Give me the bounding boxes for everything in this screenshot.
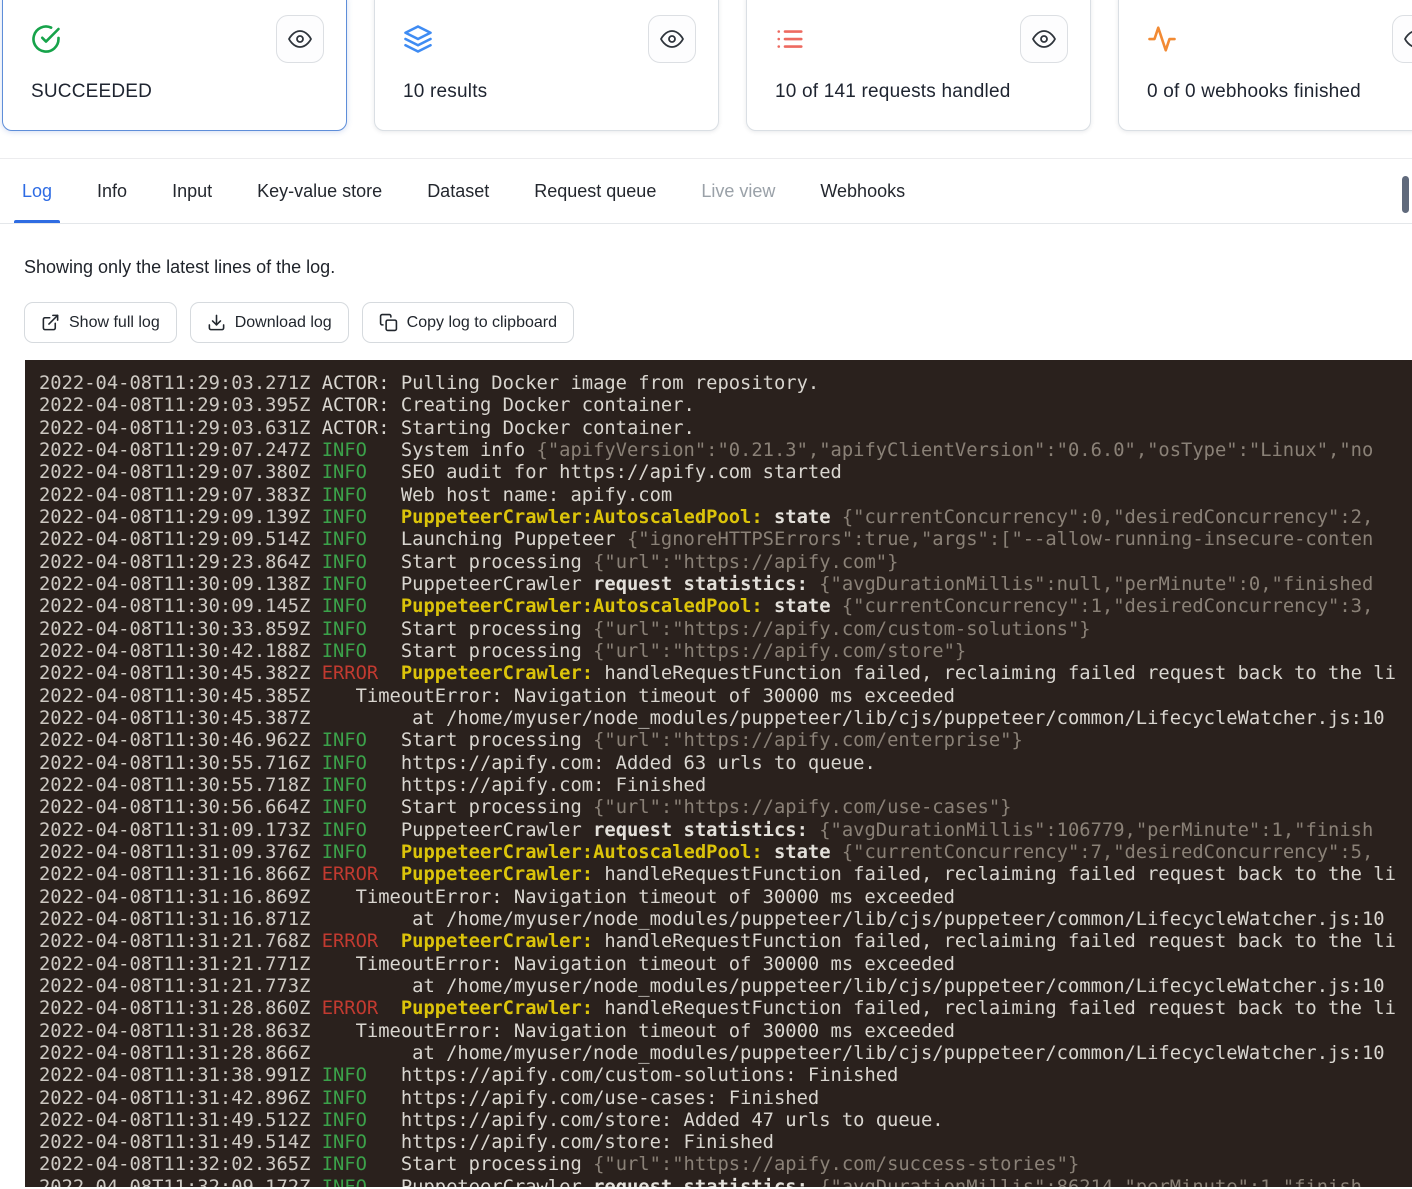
log-line: 2022-04-08T11:31:42.896Z INFO https://ap…: [39, 1088, 1412, 1110]
log-output[interactable]: 2022-04-08T11:29:03.271Z ACTOR: Pulling …: [25, 360, 1412, 1187]
log-line: 2022-04-08T11:29:03.271Z ACTOR: Pulling …: [39, 373, 1412, 395]
webhooks-label: 0 of 0 webhooks finished: [1147, 81, 1361, 103]
tab-webhooks[interactable]: Webhooks: [820, 159, 905, 223]
log-line: 2022-04-08T11:31:49.512Z INFO https://ap…: [39, 1110, 1412, 1132]
log-line: 2022-04-08T11:31:09.173Z INFO PuppeteerC…: [39, 820, 1412, 842]
external-link-icon: [41, 313, 60, 332]
log-line: 2022-04-08T11:31:38.991Z INFO https://ap…: [39, 1065, 1412, 1087]
log-line: 2022-04-08T11:30:56.664Z INFO Start proc…: [39, 797, 1412, 819]
scrollbar-thumb[interactable]: [1402, 176, 1409, 213]
log-line: 2022-04-08T11:30:09.138Z INFO PuppeteerC…: [39, 574, 1412, 596]
log-line: 2022-04-08T11:31:21.768Z ERROR Puppeteer…: [39, 931, 1412, 953]
copy-log-button[interactable]: Copy log to clipboard: [362, 302, 574, 343]
log-line: 2022-04-08T11:30:55.718Z INFO https://ap…: [39, 775, 1412, 797]
copy-log-label: Copy log to clipboard: [407, 314, 557, 332]
log-line: 2022-04-08T11:31:16.869Z TimeoutError: N…: [39, 887, 1412, 909]
log-line: 2022-04-08T11:30:33.859Z INFO Start proc…: [39, 619, 1412, 641]
results-label: 10 results: [403, 81, 487, 103]
log-line: 2022-04-08T11:29:23.864Z INFO Start proc…: [39, 552, 1412, 574]
log-line: 2022-04-08T11:29:09.514Z INFO Launching …: [39, 529, 1412, 551]
view-results-button[interactable]: [648, 15, 696, 63]
log-line: 2022-04-08T11:30:45.382Z ERROR Puppeteer…: [39, 663, 1412, 685]
log-line: 2022-04-08T11:31:28.866Z at /home/myuser…: [39, 1043, 1412, 1065]
view-status-button[interactable]: [276, 15, 324, 63]
requests-label: 10 of 141 requests handled: [775, 81, 1011, 103]
log-line: 2022-04-08T11:30:09.145Z INFO PuppeteerC…: [39, 596, 1412, 618]
log-line: 2022-04-08T11:31:21.773Z at /home/myuser…: [39, 976, 1412, 998]
log-line: 2022-04-08T11:32:09.172Z INFO PuppeteerC…: [39, 1177, 1412, 1187]
log-line: 2022-04-08T11:29:07.383Z INFO Web host n…: [39, 485, 1412, 507]
show-full-log-label: Show full log: [69, 314, 160, 332]
eye-icon: [1032, 27, 1056, 51]
view-webhooks-button[interactable]: [1392, 15, 1412, 63]
card-requests[interactable]: 10 of 141 requests handled: [746, 0, 1091, 131]
tab-live-view: Live view: [701, 159, 775, 223]
tab-dataset[interactable]: Dataset: [427, 159, 489, 223]
card-webhooks[interactable]: 0 of 0 webhooks finished: [1118, 0, 1412, 131]
activity-icon: [1147, 24, 1177, 54]
eye-icon: [1404, 27, 1412, 51]
log-line: 2022-04-08T11:29:03.395Z ACTOR: Creating…: [39, 395, 1412, 417]
download-log-button[interactable]: Download log: [190, 302, 349, 343]
log-line: 2022-04-08T11:31:49.514Z INFO https://ap…: [39, 1132, 1412, 1154]
log-line: 2022-04-08T11:30:45.385Z TimeoutError: N…: [39, 686, 1412, 708]
log-line: 2022-04-08T11:31:21.771Z TimeoutError: N…: [39, 954, 1412, 976]
log-line: 2022-04-08T11:29:03.631Z ACTOR: Starting…: [39, 418, 1412, 440]
log-line: 2022-04-08T11:29:07.247Z INFO System inf…: [39, 440, 1412, 462]
card-results[interactable]: 10 results: [374, 0, 719, 131]
log-line: 2022-04-08T11:31:16.871Z at /home/myuser…: [39, 909, 1412, 931]
tab-bar: Log Info Input Key-value store Dataset Reques…: [0, 158, 1412, 224]
copy-icon: [379, 313, 398, 332]
eye-icon: [660, 27, 684, 51]
show-full-log-button[interactable]: Show full log: [24, 302, 177, 343]
tab-input[interactable]: Input: [172, 159, 212, 223]
log-line: 2022-04-08T11:30:55.716Z INFO https://ap…: [39, 753, 1412, 775]
log-line: 2022-04-08T11:29:09.139Z INFO PuppeteerC…: [39, 507, 1412, 529]
log-line: 2022-04-08T11:29:07.380Z INFO SEO audit …: [39, 462, 1412, 484]
download-log-label: Download log: [235, 314, 332, 332]
view-requests-button[interactable]: [1020, 15, 1068, 63]
list-icon: [775, 24, 805, 54]
tab-log[interactable]: Log: [22, 159, 52, 223]
check-circle-icon: [31, 24, 61, 54]
eye-icon: [288, 27, 312, 51]
status-cards: SUCCEEDED 10 results: [0, 0, 1412, 131]
download-icon: [207, 313, 226, 332]
log-line: 2022-04-08T11:31:28.860Z ERROR Puppeteer…: [39, 998, 1412, 1020]
tab-info[interactable]: Info: [97, 159, 127, 223]
log-line: 2022-04-08T11:30:45.387Z at /home/myuser…: [39, 708, 1412, 730]
layers-icon: [403, 24, 433, 54]
card-run-status[interactable]: SUCCEEDED: [2, 0, 347, 131]
log-line: 2022-04-08T11:30:46.962Z INFO Start proc…: [39, 730, 1412, 752]
tab-key-value-store[interactable]: Key-value store: [257, 159, 382, 223]
log-actions: Show full log Download log Copy log to c…: [24, 302, 1412, 343]
run-status-label: SUCCEEDED: [31, 81, 152, 103]
log-line: 2022-04-08T11:30:42.188Z INFO Start proc…: [39, 641, 1412, 663]
tab-request-queue[interactable]: Request queue: [534, 159, 656, 223]
log-line: 2022-04-08T11:31:09.376Z INFO PuppeteerC…: [39, 842, 1412, 864]
log-line: 2022-04-08T11:31:28.863Z TimeoutError: N…: [39, 1021, 1412, 1043]
log-line: 2022-04-08T11:32:02.365Z INFO Start proc…: [39, 1154, 1412, 1176]
log-notice: Showing only the latest lines of the log…: [24, 257, 1412, 278]
log-line: 2022-04-08T11:31:16.866Z ERROR Puppeteer…: [39, 864, 1412, 886]
